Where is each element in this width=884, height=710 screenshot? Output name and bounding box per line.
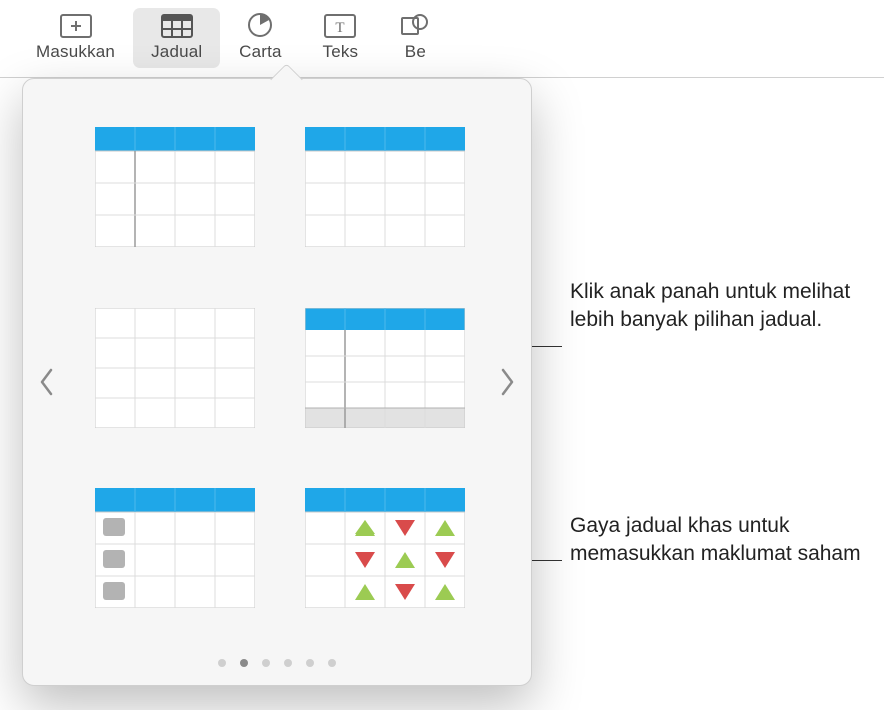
table-style-checklist[interactable]: [95, 488, 255, 608]
table-styles-popover: [22, 78, 532, 686]
text-icon: T: [323, 12, 357, 38]
toolbar-table[interactable]: Jadual: [133, 8, 220, 68]
table-style-header-blue-column[interactable]: [95, 127, 255, 247]
toolbar-table-label: Jadual: [151, 42, 202, 62]
page-dot-2[interactable]: [240, 659, 248, 667]
svg-text:T: T: [336, 20, 345, 36]
toolbar-shape-label: Be: [405, 42, 426, 62]
callout-stock-hint: Gaya jadual khas untuk memasukkan maklum…: [570, 512, 870, 569]
table-style-stock[interactable]: [305, 488, 465, 608]
toolbar-shape[interactable]: Be: [380, 8, 432, 68]
page-dot-4[interactable]: [284, 659, 292, 667]
toolbar-chart[interactable]: Carta: [220, 8, 300, 68]
page-dot-6[interactable]: [328, 659, 336, 667]
insert-icon: [59, 12, 93, 38]
toolbar-text-label: Teks: [323, 42, 359, 62]
prev-page-arrow[interactable]: [27, 352, 67, 412]
page-dot-3[interactable]: [262, 659, 270, 667]
next-page-arrow[interactable]: [487, 352, 527, 412]
chart-icon: [243, 12, 277, 38]
table-style-plain[interactable]: [95, 308, 255, 428]
callout-arrow-hint: Klik anak panah untuk melihat lebih bany…: [570, 278, 870, 335]
page-dot-1[interactable]: [218, 659, 226, 667]
toolbar-insert[interactable]: Masukkan: [18, 8, 133, 68]
table-style-header-footer[interactable]: [305, 308, 465, 428]
toolbar: Masukkan Jadual Carta T: [0, 0, 884, 78]
toolbar-chart-label: Carta: [239, 42, 282, 62]
shape-icon: [398, 12, 432, 38]
toolbar-insert-label: Masukkan: [36, 42, 115, 62]
table-style-header-blue[interactable]: [305, 127, 465, 247]
page-dots: [23, 659, 531, 667]
table-icon: [160, 12, 194, 38]
toolbar-text[interactable]: T Teks: [300, 8, 380, 68]
table-styles-grid: [23, 79, 531, 685]
page-dot-5[interactable]: [306, 659, 314, 667]
